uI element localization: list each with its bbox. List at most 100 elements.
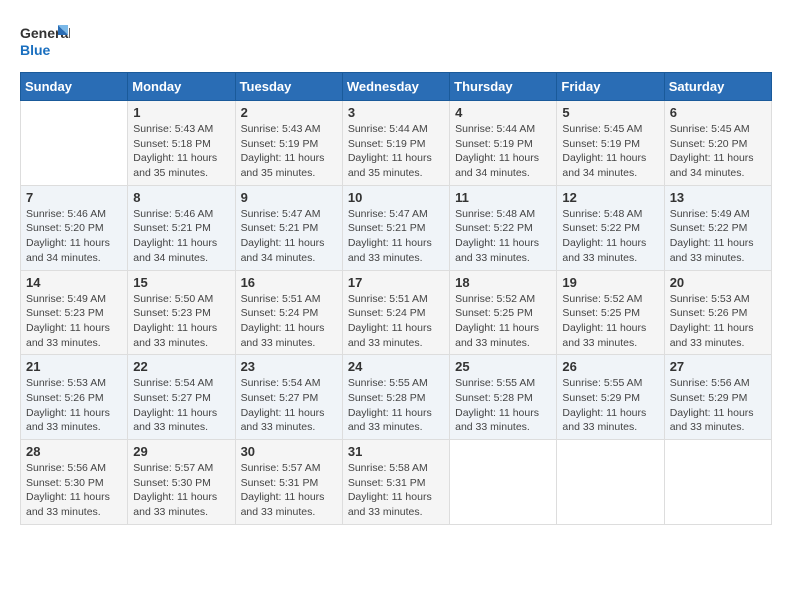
day-number: 5	[562, 105, 658, 120]
calendar-cell: 16 Sunrise: 5:51 AM Sunset: 5:24 PM Dayli…	[235, 270, 342, 355]
calendar-cell: 12 Sunrise: 5:48 AM Sunset: 5:22 PM Dayli…	[557, 185, 664, 270]
day-info: Sunrise: 5:48 AM Sunset: 5:22 PM Dayligh…	[562, 207, 658, 266]
calendar-cell	[557, 440, 664, 525]
day-info: Sunrise: 5:51 AM Sunset: 5:24 PM Dayligh…	[241, 292, 337, 351]
calendar-cell: 29 Sunrise: 5:57 AM Sunset: 5:30 PM Dayli…	[128, 440, 235, 525]
calendar-header-row: SundayMondayTuesdayWednesdayThursdayFrid…	[21, 73, 772, 101]
page-header: GeneralBlue	[20, 20, 772, 62]
calendar-cell: 6 Sunrise: 5:45 AM Sunset: 5:20 PM Daylig…	[664, 101, 771, 186]
calendar-table: SundayMondayTuesdayWednesdayThursdayFrid…	[20, 72, 772, 525]
day-number: 31	[348, 444, 444, 459]
calendar-cell	[664, 440, 771, 525]
day-info: Sunrise: 5:45 AM Sunset: 5:19 PM Dayligh…	[562, 122, 658, 181]
day-number: 10	[348, 190, 444, 205]
day-number: 19	[562, 275, 658, 290]
day-number: 1	[133, 105, 229, 120]
day-info: Sunrise: 5:52 AM Sunset: 5:25 PM Dayligh…	[455, 292, 551, 351]
day-number: 9	[241, 190, 337, 205]
calendar-cell: 1 Sunrise: 5:43 AM Sunset: 5:18 PM Daylig…	[128, 101, 235, 186]
day-info: Sunrise: 5:55 AM Sunset: 5:28 PM Dayligh…	[455, 376, 551, 435]
day-number: 18	[455, 275, 551, 290]
calendar-cell: 25 Sunrise: 5:55 AM Sunset: 5:28 PM Dayli…	[450, 355, 557, 440]
day-info: Sunrise: 5:57 AM Sunset: 5:31 PM Dayligh…	[241, 461, 337, 520]
day-number: 22	[133, 359, 229, 374]
calendar-cell: 21 Sunrise: 5:53 AM Sunset: 5:26 PM Dayli…	[21, 355, 128, 440]
day-info: Sunrise: 5:46 AM Sunset: 5:21 PM Dayligh…	[133, 207, 229, 266]
day-number: 2	[241, 105, 337, 120]
day-info: Sunrise: 5:44 AM Sunset: 5:19 PM Dayligh…	[455, 122, 551, 181]
day-number: 17	[348, 275, 444, 290]
calendar-cell: 20 Sunrise: 5:53 AM Sunset: 5:26 PM Dayli…	[664, 270, 771, 355]
column-header-thursday: Thursday	[450, 73, 557, 101]
day-number: 4	[455, 105, 551, 120]
day-info: Sunrise: 5:45 AM Sunset: 5:20 PM Dayligh…	[670, 122, 766, 181]
day-info: Sunrise: 5:54 AM Sunset: 5:27 PM Dayligh…	[133, 376, 229, 435]
day-info: Sunrise: 5:47 AM Sunset: 5:21 PM Dayligh…	[348, 207, 444, 266]
day-number: 3	[348, 105, 444, 120]
calendar-cell: 15 Sunrise: 5:50 AM Sunset: 5:23 PM Dayli…	[128, 270, 235, 355]
day-number: 16	[241, 275, 337, 290]
week-row-1: 1 Sunrise: 5:43 AM Sunset: 5:18 PM Daylig…	[21, 101, 772, 186]
calendar-cell: 31 Sunrise: 5:58 AM Sunset: 5:31 PM Dayli…	[342, 440, 449, 525]
calendar-cell: 11Sunrise: 5:48 AM Sunset: 5:22 PM Dayli…	[450, 185, 557, 270]
calendar-cell: 7Sunrise: 5:46 AM Sunset: 5:20 PM Daylig…	[21, 185, 128, 270]
day-number: 28	[26, 444, 122, 459]
day-number: 6	[670, 105, 766, 120]
calendar-cell: 19 Sunrise: 5:52 AM Sunset: 5:25 PM Dayli…	[557, 270, 664, 355]
week-row-3: 14 Sunrise: 5:49 AM Sunset: 5:23 PM Dayli…	[21, 270, 772, 355]
calendar-cell: 28 Sunrise: 5:56 AM Sunset: 5:30 PM Dayli…	[21, 440, 128, 525]
day-info: Sunrise: 5:56 AM Sunset: 5:30 PM Dayligh…	[26, 461, 122, 520]
day-info: Sunrise: 5:43 AM Sunset: 5:18 PM Dayligh…	[133, 122, 229, 181]
column-header-tuesday: Tuesday	[235, 73, 342, 101]
calendar-cell: 22 Sunrise: 5:54 AM Sunset: 5:27 PM Dayli…	[128, 355, 235, 440]
day-number: 15	[133, 275, 229, 290]
column-header-friday: Friday	[557, 73, 664, 101]
day-info: Sunrise: 5:55 AM Sunset: 5:29 PM Dayligh…	[562, 376, 658, 435]
day-info: Sunrise: 5:58 AM Sunset: 5:31 PM Dayligh…	[348, 461, 444, 520]
calendar-cell: 10 Sunrise: 5:47 AM Sunset: 5:21 PM Dayli…	[342, 185, 449, 270]
day-info: Sunrise: 5:49 AM Sunset: 5:23 PM Dayligh…	[26, 292, 122, 351]
day-number: 14	[26, 275, 122, 290]
calendar-cell: 24 Sunrise: 5:55 AM Sunset: 5:28 PM Dayli…	[342, 355, 449, 440]
day-number: 25	[455, 359, 551, 374]
logo-svg: GeneralBlue	[20, 20, 70, 62]
day-info: Sunrise: 5:48 AM Sunset: 5:22 PM Dayligh…	[455, 207, 551, 266]
day-number: 21	[26, 359, 122, 374]
day-info: Sunrise: 5:47 AM Sunset: 5:21 PM Dayligh…	[241, 207, 337, 266]
calendar-cell: 17 Sunrise: 5:51 AM Sunset: 5:24 PM Dayli…	[342, 270, 449, 355]
calendar-cell: 30Sunrise: 5:57 AM Sunset: 5:31 PM Dayli…	[235, 440, 342, 525]
day-number: 29	[133, 444, 229, 459]
day-info: Sunrise: 5:56 AM Sunset: 5:29 PM Dayligh…	[670, 376, 766, 435]
day-number: 12	[562, 190, 658, 205]
day-number: 24	[348, 359, 444, 374]
column-header-sunday: Sunday	[21, 73, 128, 101]
column-header-monday: Monday	[128, 73, 235, 101]
calendar-cell: 14 Sunrise: 5:49 AM Sunset: 5:23 PM Dayli…	[21, 270, 128, 355]
day-info: Sunrise: 5:43 AM Sunset: 5:19 PM Dayligh…	[241, 122, 337, 181]
day-info: Sunrise: 5:52 AM Sunset: 5:25 PM Dayligh…	[562, 292, 658, 351]
day-number: 7	[26, 190, 122, 205]
calendar-cell	[21, 101, 128, 186]
day-info: Sunrise: 5:50 AM Sunset: 5:23 PM Dayligh…	[133, 292, 229, 351]
calendar-cell: 2 Sunrise: 5:43 AM Sunset: 5:19 PM Daylig…	[235, 101, 342, 186]
column-header-saturday: Saturday	[664, 73, 771, 101]
day-info: Sunrise: 5:54 AM Sunset: 5:27 PM Dayligh…	[241, 376, 337, 435]
day-number: 13	[670, 190, 766, 205]
day-number: 26	[562, 359, 658, 374]
day-info: Sunrise: 5:53 AM Sunset: 5:26 PM Dayligh…	[670, 292, 766, 351]
day-info: Sunrise: 5:57 AM Sunset: 5:30 PM Dayligh…	[133, 461, 229, 520]
day-info: Sunrise: 5:51 AM Sunset: 5:24 PM Dayligh…	[348, 292, 444, 351]
calendar-cell	[450, 440, 557, 525]
calendar-cell: 8 Sunrise: 5:46 AM Sunset: 5:21 PM Daylig…	[128, 185, 235, 270]
calendar-cell: 4 Sunrise: 5:44 AM Sunset: 5:19 PM Daylig…	[450, 101, 557, 186]
logo: GeneralBlue	[20, 20, 70, 62]
day-number: 8	[133, 190, 229, 205]
week-row-4: 21 Sunrise: 5:53 AM Sunset: 5:26 PM Dayli…	[21, 355, 772, 440]
day-info: Sunrise: 5:55 AM Sunset: 5:28 PM Dayligh…	[348, 376, 444, 435]
day-info: Sunrise: 5:53 AM Sunset: 5:26 PM Dayligh…	[26, 376, 122, 435]
svg-text:Blue: Blue	[20, 42, 51, 58]
calendar-cell: 9 Sunrise: 5:47 AM Sunset: 5:21 PM Daylig…	[235, 185, 342, 270]
calendar-cell: 13Sunrise: 5:49 AM Sunset: 5:22 PM Dayli…	[664, 185, 771, 270]
calendar-cell: 27Sunrise: 5:56 AM Sunset: 5:29 PM Dayli…	[664, 355, 771, 440]
day-number: 20	[670, 275, 766, 290]
